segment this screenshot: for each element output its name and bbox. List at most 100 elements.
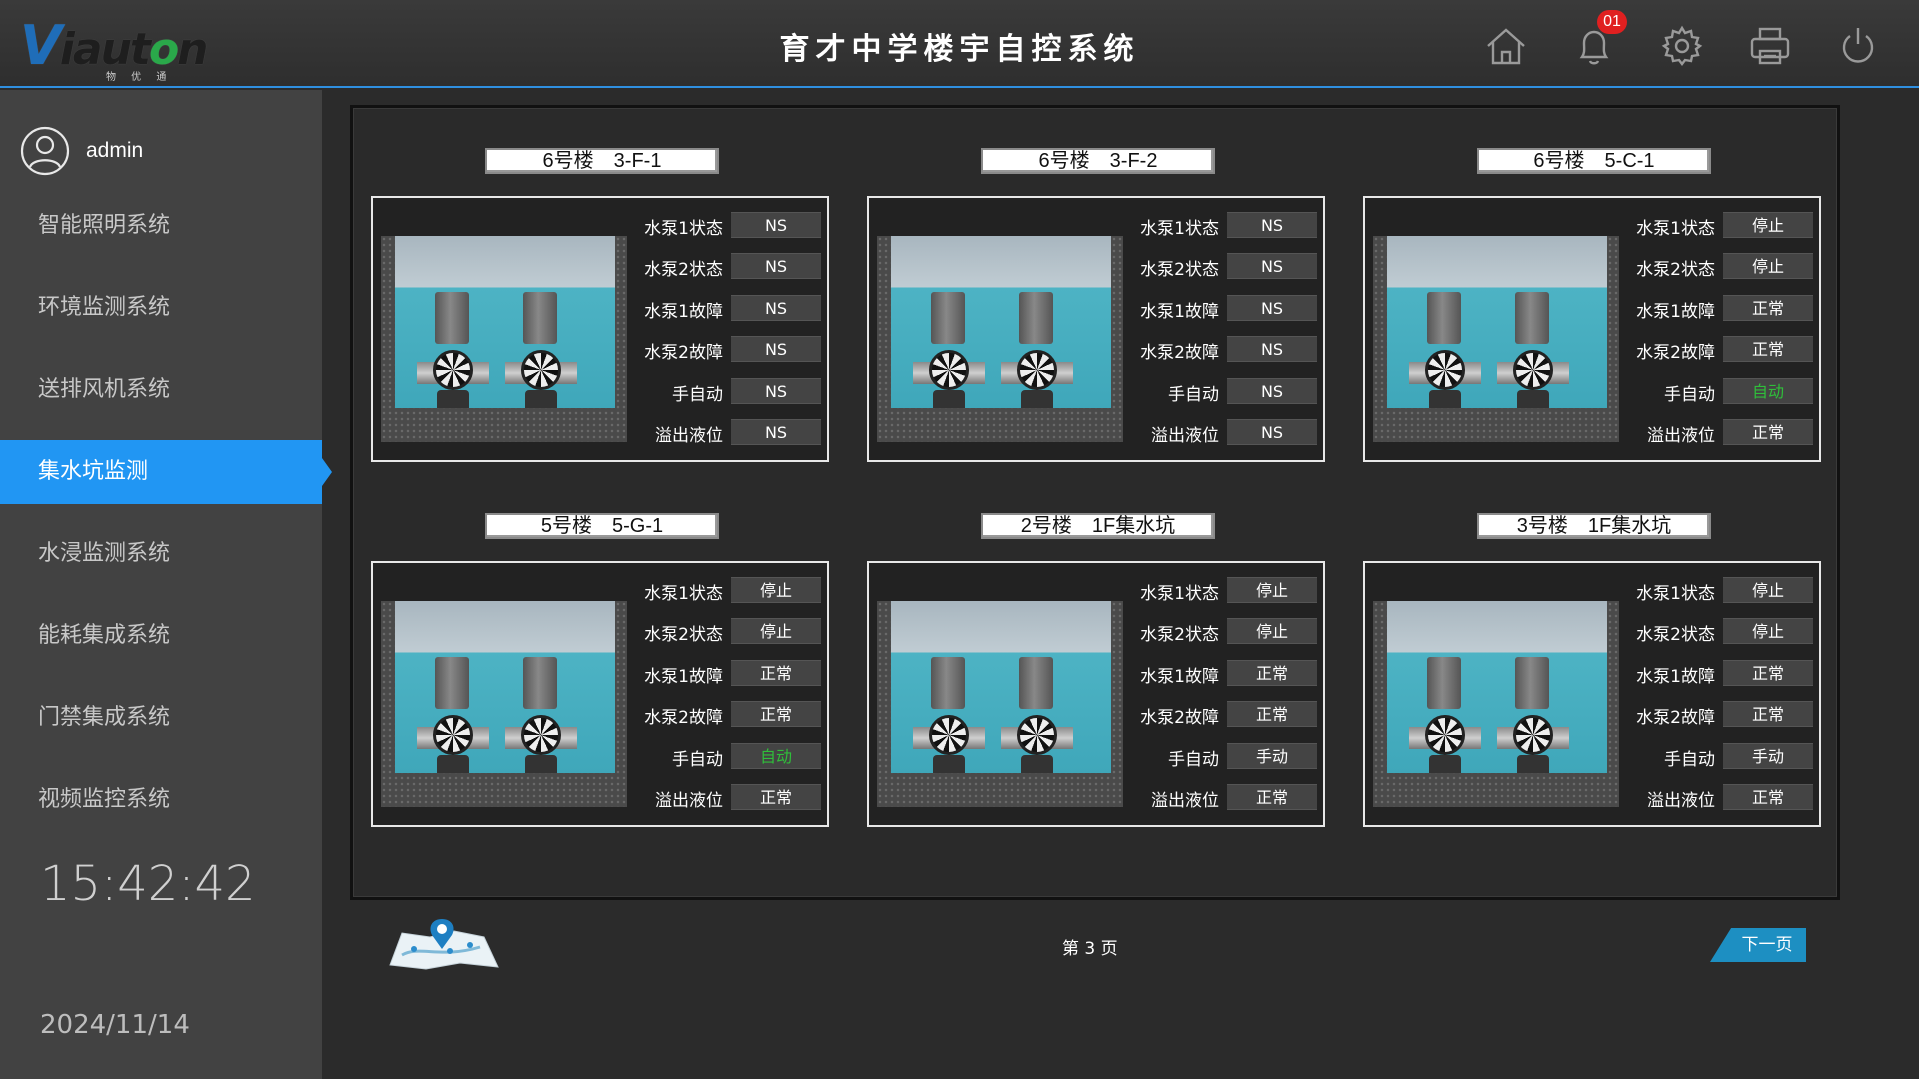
- unit-title: 3号楼 1F集水坑: [1477, 513, 1711, 539]
- status-row: 溢出液位 NS: [635, 419, 825, 446]
- status-value: 手动: [1723, 743, 1813, 769]
- status-row: 溢出液位 正常: [1627, 784, 1817, 811]
- status-label: 水泵2故障: [644, 343, 723, 363]
- status-row: 水泵1故障 正常: [1627, 295, 1817, 322]
- status-value: NS: [1227, 253, 1317, 279]
- status-row: 水泵2故障 NS: [1131, 336, 1321, 363]
- status-value: 自动: [731, 743, 821, 769]
- username: admin: [86, 139, 144, 162]
- map-icon[interactable]: [380, 915, 504, 971]
- status-value: NS: [1227, 212, 1317, 238]
- unit-title: 2号楼 1F集水坑: [981, 513, 1215, 539]
- status-label: 水泵1故障: [644, 667, 723, 687]
- status-row: 水泵2故障 正常: [1627, 701, 1817, 728]
- status-label: 水泵1状态: [1636, 584, 1715, 604]
- status-value: NS: [1227, 419, 1317, 445]
- printer-icon[interactable]: [1748, 24, 1792, 68]
- status-row: 手自动 手动: [1131, 743, 1321, 770]
- sidebar-item-ventilation[interactable]: 送排风机系统: [0, 358, 322, 422]
- status-label: 水泵1故障: [1140, 667, 1219, 687]
- status-label: 溢出液位: [655, 426, 723, 446]
- status-value: 正常: [1723, 660, 1813, 686]
- status-row: 手自动 自动: [635, 743, 825, 770]
- status-value: 正常: [731, 701, 821, 727]
- sump-pit-image: [381, 236, 627, 442]
- status-label: 手自动: [1664, 385, 1715, 405]
- gear-icon[interactable]: [1660, 24, 1704, 68]
- logo-subtitle: 物 优 通: [106, 72, 173, 83]
- user-profile[interactable]: admin: [20, 126, 143, 176]
- status-value: 停止: [1723, 618, 1813, 644]
- status-row: 水泵2故障 NS: [635, 336, 825, 363]
- home-icon[interactable]: [1484, 24, 1528, 68]
- status-row: 手自动 NS: [1131, 378, 1321, 405]
- status-value: 停止: [731, 577, 821, 603]
- pit-water: [891, 236, 1111, 408]
- pump-icon: [913, 657, 985, 773]
- unit-box: 水泵1状态 停止 水泵2状态 停止 水泵1故障 正常 水泵2故障 正常 手自动 自动 溢出液位 正常: [1363, 196, 1821, 462]
- status-label: 手自动: [1168, 385, 1219, 405]
- status-row: 水泵1故障 正常: [635, 660, 825, 687]
- status-label: 手自动: [672, 385, 723, 405]
- status-label: 水泵2状态: [1140, 260, 1219, 280]
- status-row: 溢出液位 NS: [1131, 419, 1321, 446]
- status-label: 水泵1状态: [644, 219, 723, 239]
- sidebar-item-video[interactable]: 视频监控系统: [0, 768, 322, 832]
- status-label: 溢出液位: [1151, 426, 1219, 446]
- status-value: NS: [731, 336, 821, 362]
- status-row: 水泵1故障 正常: [1627, 660, 1817, 687]
- sidebar-item-energy[interactable]: 能耗集成系统: [0, 604, 322, 668]
- status-label: 水泵2故障: [644, 708, 723, 728]
- status-value: 正常: [1227, 701, 1317, 727]
- sump-pit-image: [1373, 236, 1619, 442]
- page-prefix: 第: [1062, 939, 1079, 959]
- status-label: 水泵1状态: [644, 584, 723, 604]
- status-value: NS: [731, 212, 821, 238]
- sidebar-item-environment[interactable]: 环境监测系统: [0, 276, 322, 340]
- status-row: 水泵1状态 NS: [635, 212, 825, 239]
- user-avatar-icon: [20, 126, 70, 176]
- status-row: 水泵1状态 NS: [1131, 212, 1321, 239]
- sidebar-item-access-control[interactable]: 门禁集成系统: [0, 686, 322, 750]
- pit-water: [891, 601, 1111, 773]
- page-suffix: 页: [1100, 939, 1118, 959]
- status-row: 水泵1状态 停止: [1131, 577, 1321, 604]
- status-value: 停止: [731, 618, 821, 644]
- status-value: 正常: [1723, 784, 1813, 810]
- status-value: NS: [1227, 336, 1317, 362]
- status-label: 溢出液位: [1151, 791, 1219, 811]
- sidebar-item-flood-detection[interactable]: 水浸监测系统: [0, 522, 322, 586]
- status-value: 正常: [1723, 295, 1813, 321]
- status-value: 正常: [1723, 336, 1813, 362]
- status-label: 水泵1状态: [1636, 219, 1715, 239]
- sidebar-item-sump-monitoring[interactable]: 集水坑监测: [0, 440, 332, 504]
- status-row: 水泵1故障 正常: [1131, 660, 1321, 687]
- status-label: 水泵1状态: [1140, 219, 1219, 239]
- sump-pit-image: [877, 601, 1123, 807]
- status-value: 正常: [731, 660, 821, 686]
- status-value: 自动: [1723, 378, 1813, 404]
- unit-box: 水泵1状态 停止 水泵2状态 停止 水泵1故障 正常 水泵2故障 正常 手自动 自动 溢出液位 正常: [371, 561, 829, 827]
- status-row: 水泵2故障 正常: [1627, 336, 1817, 363]
- power-icon[interactable]: [1836, 24, 1880, 68]
- status-label: 水泵2状态: [1140, 625, 1219, 645]
- pit-water: [1387, 601, 1607, 773]
- status-label: 手自动: [1664, 750, 1715, 770]
- pump-icon: [1409, 657, 1481, 773]
- sump-panel: 6号楼 3-F-1 水泵1状态 NS 水泵2状态 NS 水泵1故障 NS 水泵2故障 NS 手自动…: [350, 105, 1840, 900]
- unit-title: 5号楼 5-G-1: [485, 513, 719, 539]
- status-row: 水泵1状态 停止: [1627, 212, 1817, 239]
- top-header: Viauton 物 优 通 育才中学楼宇自控系统 01: [0, 0, 1919, 88]
- sidebar-item-lighting[interactable]: 智能照明系统: [0, 194, 322, 258]
- status-row: 手自动 NS: [635, 378, 825, 405]
- pump-icon: [417, 657, 489, 773]
- next-page-button[interactable]: 下一页: [1710, 928, 1806, 962]
- sidebar: admin 智能照明系统 环境监测系统 送排风机系统 集水坑监测 水浸监测系统 …: [0, 90, 332, 1079]
- pump-icon: [505, 657, 577, 773]
- status-value: 停止: [1723, 212, 1813, 238]
- unit-box: 水泵1状态 停止 水泵2状态 停止 水泵1故障 正常 水泵2故障 正常 手自动 手动 溢出液位 正常: [1363, 561, 1821, 827]
- pit-water: [395, 601, 615, 773]
- status-row: 水泵1状态 停止: [1627, 577, 1817, 604]
- unit-title: 6号楼 3-F-1: [485, 148, 719, 174]
- status-label: 水泵2状态: [644, 260, 723, 280]
